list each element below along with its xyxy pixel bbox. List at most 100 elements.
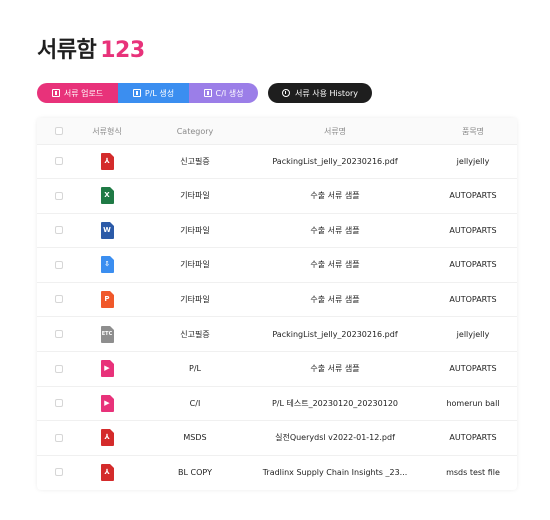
document-action-group: 서류 업로드 P/L 생성 C/I 생성	[37, 83, 258, 103]
tradlinx-icon: ▶	[100, 360, 114, 378]
pdf-icon: ⅄	[100, 429, 114, 447]
type-cell: ⅄	[85, 429, 129, 447]
upload-document-button[interactable]: 서류 업로드	[37, 83, 118, 103]
type-cell: ▶	[85, 360, 129, 378]
row-checkbox[interactable]	[55, 191, 63, 200]
document-name-cell[interactable]: 수출 서류 샘플	[255, 190, 415, 201]
item-name-cell: AUTOPARTS	[449, 433, 497, 443]
type-cell: P	[85, 290, 129, 308]
row-checkbox[interactable]	[55, 399, 63, 408]
row-checkbox-cell	[54, 157, 64, 166]
row-checkbox-cell	[54, 191, 64, 200]
archive-icon: ⇩	[100, 256, 114, 274]
table-row[interactable]: P 기타파일 수출 서류 샘플 AUTOPARTS	[37, 282, 517, 318]
category-cell: 기타파일	[180, 260, 210, 270]
create-pl-button[interactable]: P/L 생성	[118, 83, 189, 103]
header-type[interactable]: 서류형식	[85, 126, 129, 137]
item-name-cell: AUTOPARTS	[449, 225, 497, 235]
type-cell: X	[85, 187, 129, 205]
category-cell: 신고필증	[180, 156, 210, 166]
table-row[interactable]: X 기타파일 수출 서류 샘플 AUTOPARTS	[37, 179, 517, 214]
header-category[interactable]: Category	[161, 127, 229, 136]
word-icon: W	[100, 221, 114, 239]
category-cell: C/I	[189, 398, 201, 408]
document-name-cell[interactable]: PackingList_jelly_20230216.pdf	[255, 330, 415, 339]
document-name-cell[interactable]: 수출 서류 샘플	[255, 259, 415, 270]
category-cell: BL COPY	[178, 467, 212, 477]
excel-icon: X	[100, 187, 114, 205]
row-checkbox-cell	[54, 295, 64, 304]
type-cell: ▶	[85, 394, 129, 412]
header-name[interactable]: 서류명	[255, 126, 415, 137]
row-checkbox[interactable]	[55, 295, 63, 304]
row-checkbox-cell	[54, 330, 64, 339]
table-row[interactable]: ▶ C/I P/L 테스트_20230120_20230120 homerun bal…	[37, 386, 517, 422]
document-history-label: 서류 사용 History	[295, 88, 358, 98]
document-name-cell[interactable]: 실전Querydsl v2022-01-12.pdf	[255, 432, 415, 443]
table-header-row: 서류형식 Category 서류명 품목명	[37, 118, 517, 145]
row-checkbox[interactable]	[55, 226, 63, 235]
tradlinx-icon: ▶	[100, 394, 114, 412]
row-checkbox[interactable]	[55, 433, 63, 442]
document-name-cell[interactable]: PackingList_jelly_20230216.pdf	[255, 157, 415, 166]
document-history-button[interactable]: 서류 사용 History	[268, 83, 372, 103]
row-checkbox-cell	[54, 226, 64, 235]
upload-document-label: 서류 업로드	[63, 88, 104, 98]
item-name-cell: AUTOPARTS	[449, 294, 497, 304]
upload-icon	[51, 89, 60, 97]
table-row[interactable]: ⇩ 기타파일 수출 서류 샘플 AUTOPARTS	[37, 248, 517, 283]
create-pl-label: P/L 생성	[144, 88, 175, 98]
row-checkbox[interactable]	[55, 260, 63, 269]
item-name-cell: AUTOPARTS	[449, 260, 497, 270]
item-name-cell: AUTOPARTS	[449, 364, 497, 374]
ppt-icon: P	[100, 290, 114, 308]
document-name-cell[interactable]: 수출 서류 샘플	[255, 225, 415, 236]
category-cell: P/L	[189, 364, 201, 374]
row-checkbox-cell	[54, 399, 64, 408]
create-ci-label: C/I 생성	[215, 88, 244, 98]
row-checkbox[interactable]	[55, 157, 63, 165]
row-checkbox-cell	[54, 260, 64, 269]
pdf-icon: ⅄	[100, 152, 114, 170]
create-ci-button[interactable]: C/I 생성	[189, 83, 258, 103]
document-name-cell[interactable]: P/L 테스트_20230120_20230120	[255, 398, 415, 409]
history-clock-icon	[282, 89, 290, 97]
document-add-icon	[203, 89, 212, 97]
page-title: 서류함 123	[37, 32, 145, 64]
table-row[interactable]: ETC 신고필증 PackingList_jelly_20230216.pdf jel…	[37, 317, 517, 352]
category-cell: 기타파일	[180, 191, 210, 201]
category-cell: 기타파일	[180, 294, 210, 304]
table-row[interactable]: ⅄ BL COPY Tradlinx Supply Chain Insights _…	[37, 455, 517, 489]
category-cell: MSDS	[183, 433, 207, 443]
page-title-label: 서류함	[37, 38, 97, 63]
document-count: 123	[100, 38, 145, 63]
type-cell: ⇩	[85, 256, 129, 274]
row-checkbox-cell	[54, 468, 64, 477]
table-row[interactable]: ▶ P/L 수출 서류 샘플 AUTOPARTS	[37, 352, 517, 387]
category-cell: 신고필증	[180, 329, 210, 339]
category-cell: 기타파일	[180, 225, 210, 235]
table-row[interactable]: ⅄ MSDS 실전Querydsl v2022-01-12.pdf AUTOPARTS	[37, 421, 517, 456]
table-row[interactable]: W 기타파일 수출 서류 샘플 AUTOPARTS	[37, 213, 517, 249]
type-cell: ⅄	[85, 152, 129, 170]
row-checkbox-cell	[54, 364, 64, 373]
item-name-cell: homerun ball	[446, 398, 500, 408]
row-checkbox[interactable]	[55, 330, 63, 338]
type-cell: W	[85, 221, 129, 239]
row-checkbox[interactable]	[55, 364, 63, 373]
header-item[interactable]: 품목명	[437, 126, 509, 137]
item-name-cell: msds test file	[446, 467, 500, 477]
type-cell: ⅄	[85, 463, 129, 481]
etc-icon: ETC	[100, 325, 114, 343]
document-name-cell[interactable]: 수출 서류 샘플	[255, 363, 415, 374]
select-all-checkbox[interactable]	[55, 127, 63, 135]
document-name-cell[interactable]: 수출 서류 샘플	[255, 294, 415, 305]
select-all-cell	[54, 127, 64, 136]
documents-table: 서류형식 Category 서류명 품목명 ⅄ 신고필증 PackingList_j…	[37, 118, 517, 490]
item-name-cell: jellyjelly	[456, 156, 490, 166]
document-name-cell[interactable]: Tradlinx Supply Chain Insights _23...	[255, 468, 415, 477]
table-row[interactable]: ⅄ 신고필증 PackingList_jelly_20230216.pdf jelly…	[37, 144, 517, 179]
type-cell: ETC	[85, 325, 129, 343]
item-name-cell: jellyjelly	[456, 329, 490, 339]
row-checkbox[interactable]	[55, 468, 63, 477]
